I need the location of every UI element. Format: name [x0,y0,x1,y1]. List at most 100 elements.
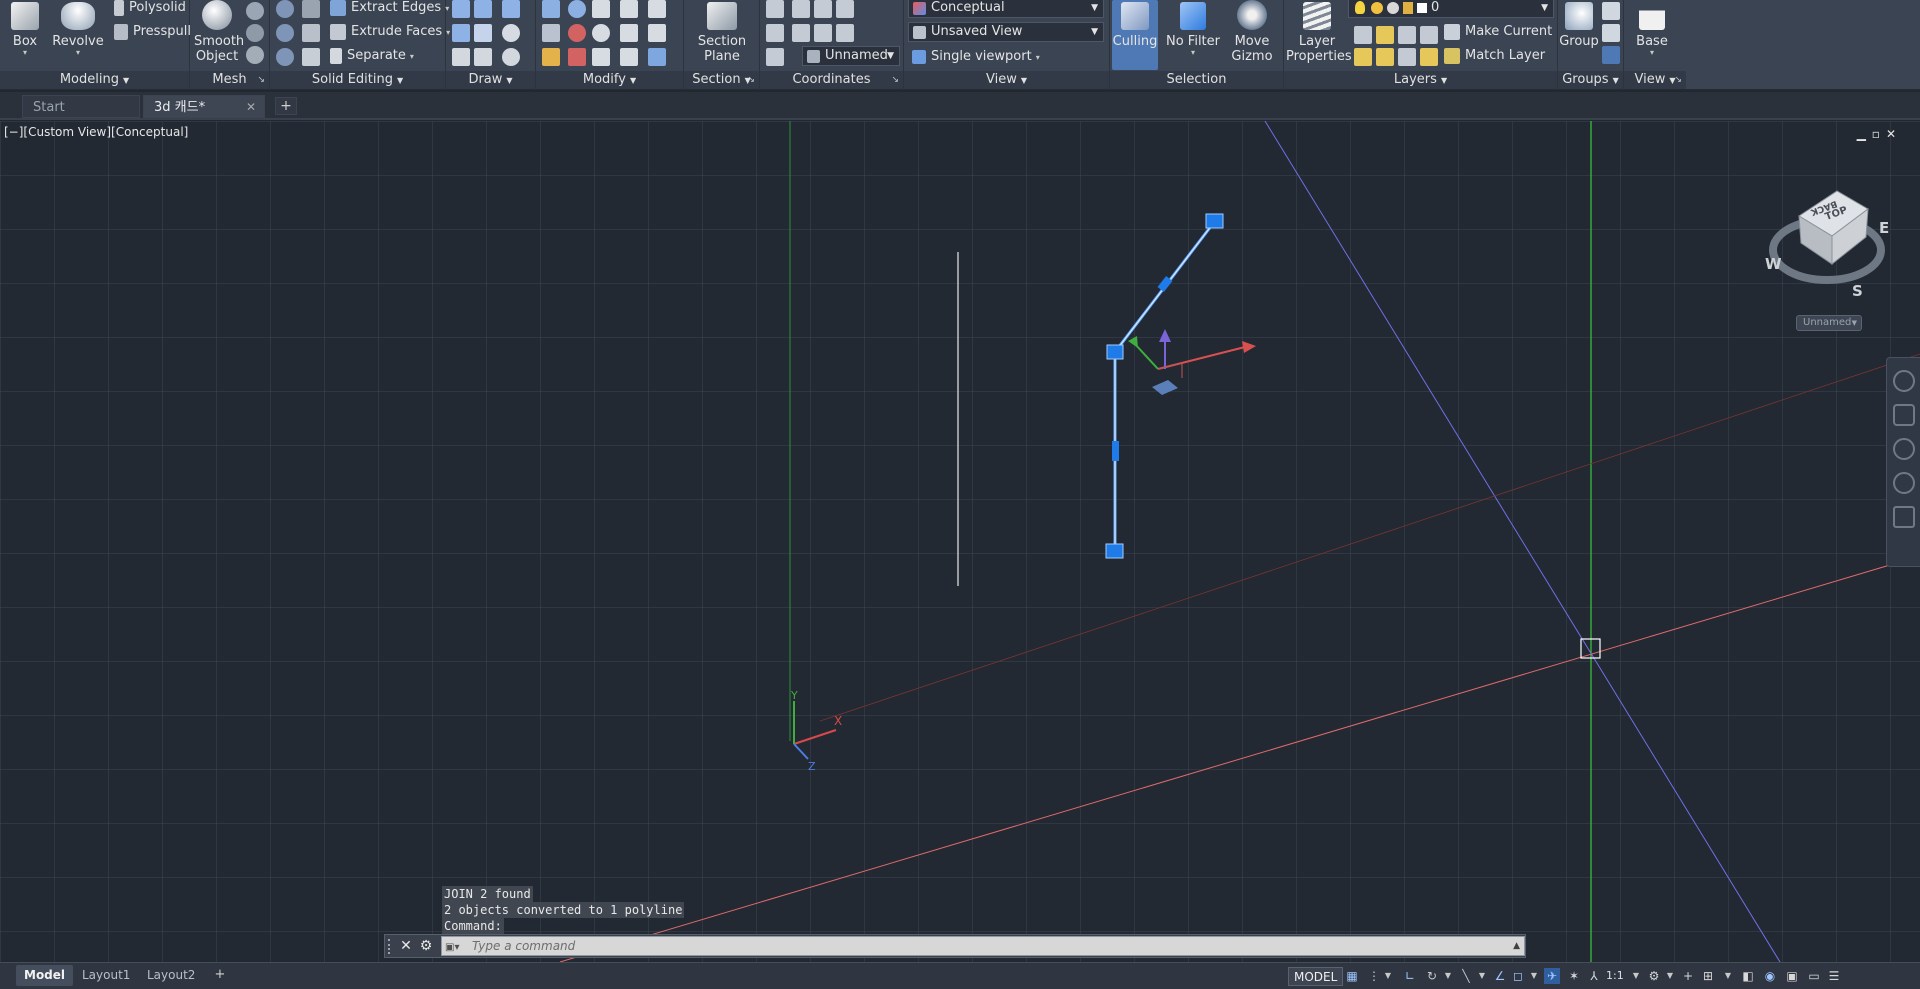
file-tab-start[interactable]: Start [22,95,140,118]
ucs-world-icon[interactable] [792,0,810,18]
slice-icon[interactable] [302,24,320,42]
launcher-icon[interactable]: ↘ [747,71,755,89]
launcher-icon[interactable]: ↘ [891,71,899,89]
modeling-panel-title[interactable]: Modeling ▼ [0,71,189,89]
draw-panel-title[interactable]: Draw ▼ [446,71,535,89]
layer-unlock-icon[interactable] [1420,48,1438,66]
isolate-objects-icon[interactable]: ◉ [1762,968,1778,984]
ortho-icon[interactable]: ∟ [1402,968,1418,984]
layout-tab-layout1[interactable]: Layout1 [74,965,138,986]
polysolid-button[interactable]: Polysolid [114,0,186,19]
file-tab-3d-cad[interactable]: 3d 캐드* ✕ [143,95,265,118]
ucs-x-icon[interactable] [814,0,832,18]
units-icon[interactable]: ⊞ [1700,968,1716,984]
orbit-icon[interactable] [1892,472,1915,494]
circle-icon[interactable] [502,24,520,42]
customization-menu-icon[interactable]: ☰ [1826,968,1842,984]
view2-panel-title[interactable]: View ▼ ↘ [1624,71,1686,89]
subtract-icon[interactable] [276,24,294,42]
solid-editing-panel-title[interactable]: Solid Editing ▼ [270,71,445,89]
revolve-button[interactable]: Revolve ▾ [52,0,104,57]
layer-freeze-icon[interactable] [1398,26,1416,44]
navigation-bar[interactable] [1886,357,1920,567]
line-icon[interactable] [474,24,492,42]
scale-icon[interactable] [592,48,610,66]
graphics-performance-icon[interactable]: ▣ [1784,968,1800,984]
command-prompt-icon[interactable]: ▣▾ [445,939,465,953]
isodraft-icon[interactable]: ╲ [1458,968,1474,984]
stretch-icon[interactable] [620,48,638,66]
new-tab-button[interactable]: + [275,97,297,115]
layout-tab-model[interactable]: Model [16,965,74,986]
drag-grip-icon[interactable] [388,939,392,954]
rotate-icon[interactable] [592,24,610,42]
union-icon[interactable] [276,0,294,18]
section-plane-button[interactable]: Section Plane [692,0,752,64]
section-panel-title[interactable]: Section ▼ ↘ [684,71,759,89]
named-view-dropdown[interactable]: Unsaved View ▼ [908,22,1104,42]
close-icon[interactable]: ✕ [1886,127,1902,141]
smooth-object-button[interactable]: Smooth Object [194,0,244,64]
explode-icon[interactable] [568,48,586,66]
view-panel-title[interactable]: View ▼ [904,71,1109,89]
annotation-visibility-icon[interactable]: ✈ [1544,968,1560,984]
viewcube[interactable]: TOP BACK E S W [1765,190,1889,300]
array-icon[interactable] [568,24,586,42]
no-filter-button[interactable]: No Filter ▾ [1164,0,1222,57]
layer-dropdown[interactable]: 0 ▼ [1348,0,1554,18]
quick-properties-icon[interactable]: ◧ [1740,968,1756,984]
helix-icon[interactable] [474,0,492,18]
ellipse-icon[interactable] [502,48,520,66]
auto-scale-icon[interactable]: ✶ [1566,968,1582,984]
object-snap-icon[interactable]: ◻ [1510,968,1526,984]
interfere-icon[interactable] [302,0,320,18]
chevron-down-icon[interactable]: ▼ [1440,968,1456,984]
group-edit-icon[interactable] [1602,24,1620,42]
offset-icon[interactable] [542,24,560,42]
culling-button[interactable]: Culling [1112,0,1158,70]
ucs-y-icon[interactable] [836,0,854,18]
command-input[interactable]: ▣▾ Type a command ▲ [441,936,1525,956]
presspull-button[interactable]: Presspull [114,21,191,43]
mesh-panel-title[interactable]: Mesh ↘ [190,71,269,89]
move-gizmo-button[interactable]: Move Gizmo [1224,0,1280,64]
box-button[interactable]: Box ▾ [4,0,46,57]
new-layout-button[interactable]: + [210,966,230,984]
restore-icon[interactable]: ▫ [1872,127,1886,141]
layer-thaw-icon[interactable] [1398,48,1416,66]
launcher-icon[interactable]: ↘ [257,71,265,89]
array-rect-icon[interactable] [648,48,666,66]
chevron-down-icon[interactable]: ▼ [1380,968,1396,984]
chevron-down-icon[interactable]: ▼ [1662,968,1678,984]
copy-icon[interactable] [620,0,638,18]
layer-properties-button[interactable]: Layer Properties [1286,0,1352,64]
chevron-down-icon[interactable]: ▼ [1720,968,1736,984]
pan-icon[interactable] [1892,404,1915,426]
chevron-up-icon[interactable]: ▲ [1513,937,1520,955]
minimize-icon[interactable]: ▁ [1857,127,1872,141]
model-space-toggle[interactable]: MODEL [1288,967,1344,986]
workspace-gear-icon[interactable]: ⚙ [1646,968,1662,984]
drawing-viewport[interactable]: X Y Z TOP BACK E S W [−][Custom View][Co… [0,121,1920,962]
mesh-crease-icon[interactable] [246,46,264,64]
zoom-icon[interactable] [1892,438,1915,460]
ucs-3point-icon[interactable] [792,24,810,42]
launcher-icon[interactable]: ↘ [1674,71,1682,89]
ucs-menu-dropdown[interactable]: Unnamed ▼ [1796,315,1862,331]
showmotion-icon[interactable] [1892,506,1915,528]
coordinates-panel-title[interactable]: Coordinates ↘ [760,71,903,89]
polygon-icon[interactable] [452,48,470,66]
match-layer-button[interactable]: Match Layer [1444,45,1545,67]
modify-panel-title[interactable]: Modify ▼ [536,71,683,89]
intersect-icon[interactable] [276,48,294,66]
rectangle-icon[interactable] [474,48,492,66]
layer-lock-icon[interactable] [1420,26,1438,44]
scene-canvas[interactable]: X Y Z TOP BACK E S W [0,121,1920,962]
spline-icon[interactable] [452,0,470,18]
ucs-zaxis-icon[interactable] [814,24,832,42]
chevron-down-icon[interactable]: ▼ [1628,968,1644,984]
thicken-icon[interactable] [302,48,320,66]
make-current-button[interactable]: Make Current [1444,21,1552,43]
mesh-refine-icon[interactable] [246,24,264,42]
ucs-view-icon[interactable] [836,24,854,42]
